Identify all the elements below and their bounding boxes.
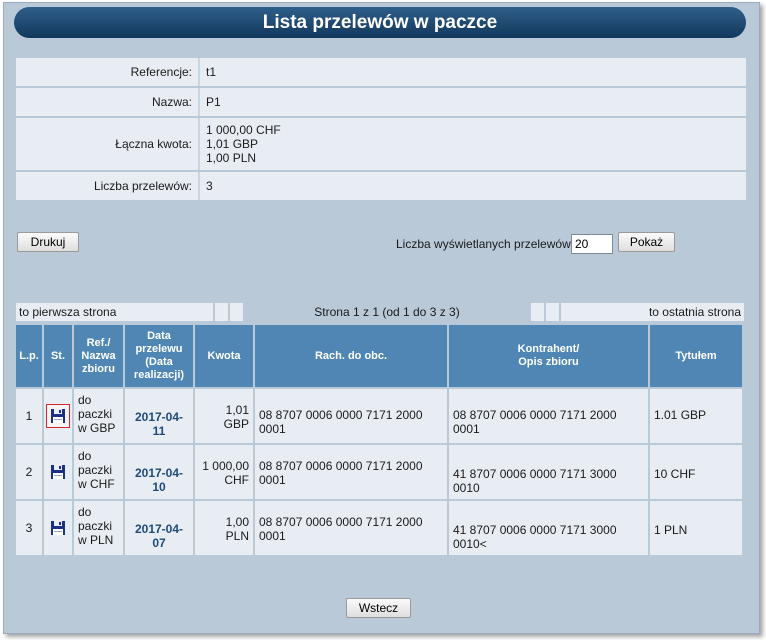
ref-line: paczki [78,519,113,533]
package-info-table: Referencje: t1 Nazwa: P1 Łączna kwota: 1… [16,56,746,202]
cell-contractor: 41 8707 0006 0000 7171 3000 0010< [449,501,648,555]
amount-currency: PLN [225,529,249,543]
info-row-transfer-count: Liczba przelewów: 3 [16,172,746,200]
cell-title: 10 CHF [650,445,742,499]
ref-line: do [78,393,92,407]
cell-lp: 1 [16,389,42,443]
cell-amount: 1,01 GBP [195,389,253,443]
next-nav-cell-2[interactable] [546,303,559,321]
pager: to pierwsza strona Strona 1 z 1 (od 1 do… [16,303,746,321]
col-header-title: Tytułem [650,325,742,387]
first-page-link[interactable]: to pierwsza strona [16,303,213,321]
cell-contractor: 41 8707 0006 0000 7171 3000 0010 [449,445,648,499]
cell-status [44,389,72,443]
header-line: Nazwa [81,349,116,362]
prev-nav-cell-2[interactable] [230,303,243,321]
col-header-date: Data przelewu (Data realizacji) [125,325,193,387]
show-button[interactable]: Pokaż [618,232,675,252]
main-panel: Lista przelewów w paczce Referencje: t1 … [3,2,760,634]
print-button[interactable]: Drukuj [17,232,79,252]
info-label: Liczba przelewów: [16,172,200,200]
ref-line: w GBP [78,421,116,435]
cell-amount: 1,00 PLN [195,501,253,555]
info-value: P1 [200,88,746,116]
amount-currency: GBP [223,417,249,431]
cell-lp: 3 [16,501,42,555]
info-value: 3 [200,172,746,200]
info-value: 1 000,00 CHF 1,01 GBP 1,00 PLN [200,118,746,170]
header-line: Ref./ [86,336,111,349]
cell-date-link[interactable]: 2017-04-07 [125,501,193,555]
header-line: Kontrahent/ [517,343,580,355]
col-header-account: Rach. do obc. [255,325,447,387]
col-header-status: St. [44,325,72,387]
cell-date-link[interactable]: 2017-04-10 [125,445,193,499]
info-row-reference: Referencje: t1 [16,58,746,86]
page-title: Lista przelewów w paczce [14,7,746,38]
cell-account: 08 8707 0006 0000 7171 2000 0001 [255,389,447,443]
amount-currency: CHF [224,473,249,487]
cell-ref: do paczki w CHF [74,445,123,499]
info-row-total-amount: Łączna kwota: 1 000,00 CHF 1,01 GBP 1,00… [16,118,746,170]
info-row-name: Nazwa: P1 [16,88,746,116]
amount-value: 1 000,00 [202,459,249,473]
info-label: Łączna kwota: [16,118,200,170]
col-header-amount: Kwota [195,325,253,387]
amount-value: 1,01 [225,403,249,417]
info-label: Nazwa: [16,88,200,116]
cell-title: 1.01 GBP [650,389,742,443]
col-header-contractor: Kontrahent/ Opis zbioru [449,325,648,387]
transfers-table: L.p. St. Ref./ Nazwa zbioru Data przelew… [14,323,744,557]
cell-ref: do paczki w GBP [74,389,123,443]
cell-account: 08 8707 0006 0000 7171 2000 0001 [255,501,447,555]
header-line: (Data [145,356,173,368]
floppy-disk-icon[interactable] [46,404,70,428]
cell-ref: do paczki w PLN [74,501,123,555]
amount-line: 1 000,00 CHF [206,123,281,137]
ref-line: paczki [78,463,113,477]
header-line: Opis zbioru [518,356,579,368]
table-row: 1 do paczki w GBP 2017-04-11 1,01 GBP 08… [16,389,742,443]
ref-line: w CHF [78,477,115,491]
next-nav-cell[interactable] [531,303,544,321]
table-row: 2 do paczki w CHF 2017-04-10 1 000,00 CH… [16,445,742,499]
amount-line: 1,00 PLN [206,151,257,165]
col-header-ref: Ref./ Nazwa zbioru [74,325,123,387]
floppy-disk-icon[interactable] [46,460,70,484]
ref-line: w PLN [78,533,114,547]
cell-date-link[interactable]: 2017-04-11 [125,389,193,443]
ref-line: paczki [78,407,113,421]
cell-lp: 2 [16,445,42,499]
cell-status [44,501,72,555]
col-header-lp: L.p. [16,325,42,387]
prev-nav-cell[interactable] [215,303,228,321]
header-line: realizacji) [133,369,185,381]
header-line: Data [147,330,171,342]
info-label: Referencje: [16,58,200,86]
amount-value: 1,00 [225,515,249,529]
ref-line: do [78,505,92,519]
last-page-link[interactable]: to ostatnia strona [561,303,744,321]
page-info: Strona 1 z 1 (od 1 do 3 z 3) [314,305,460,319]
table-row: 3 do paczki w PLN 2017-04-07 1,00 PLN 08… [16,501,742,555]
ref-line: do [78,449,92,463]
table-header-row: L.p. St. Ref./ Nazwa zbioru Data przelew… [16,325,742,387]
cell-amount: 1 000,00 CHF [195,445,253,499]
header-line: zbioru [82,362,115,375]
cell-contractor: 08 8707 0006 0000 7171 2000 0001 [449,389,648,443]
info-value: t1 [200,58,746,86]
cell-status [44,445,72,499]
header-line: przelewu [135,343,183,355]
back-button[interactable]: Wstecz [346,598,411,618]
count-input[interactable] [571,234,613,254]
cell-account: 08 8707 0006 0000 7171 2000 0001 [255,445,447,499]
count-label: Liczba wyświetlanych przelewów: [396,237,575,251]
amount-line: 1,01 GBP [206,137,259,151]
floppy-disk-icon[interactable] [46,516,70,540]
cell-title: 1 PLN [650,501,742,555]
